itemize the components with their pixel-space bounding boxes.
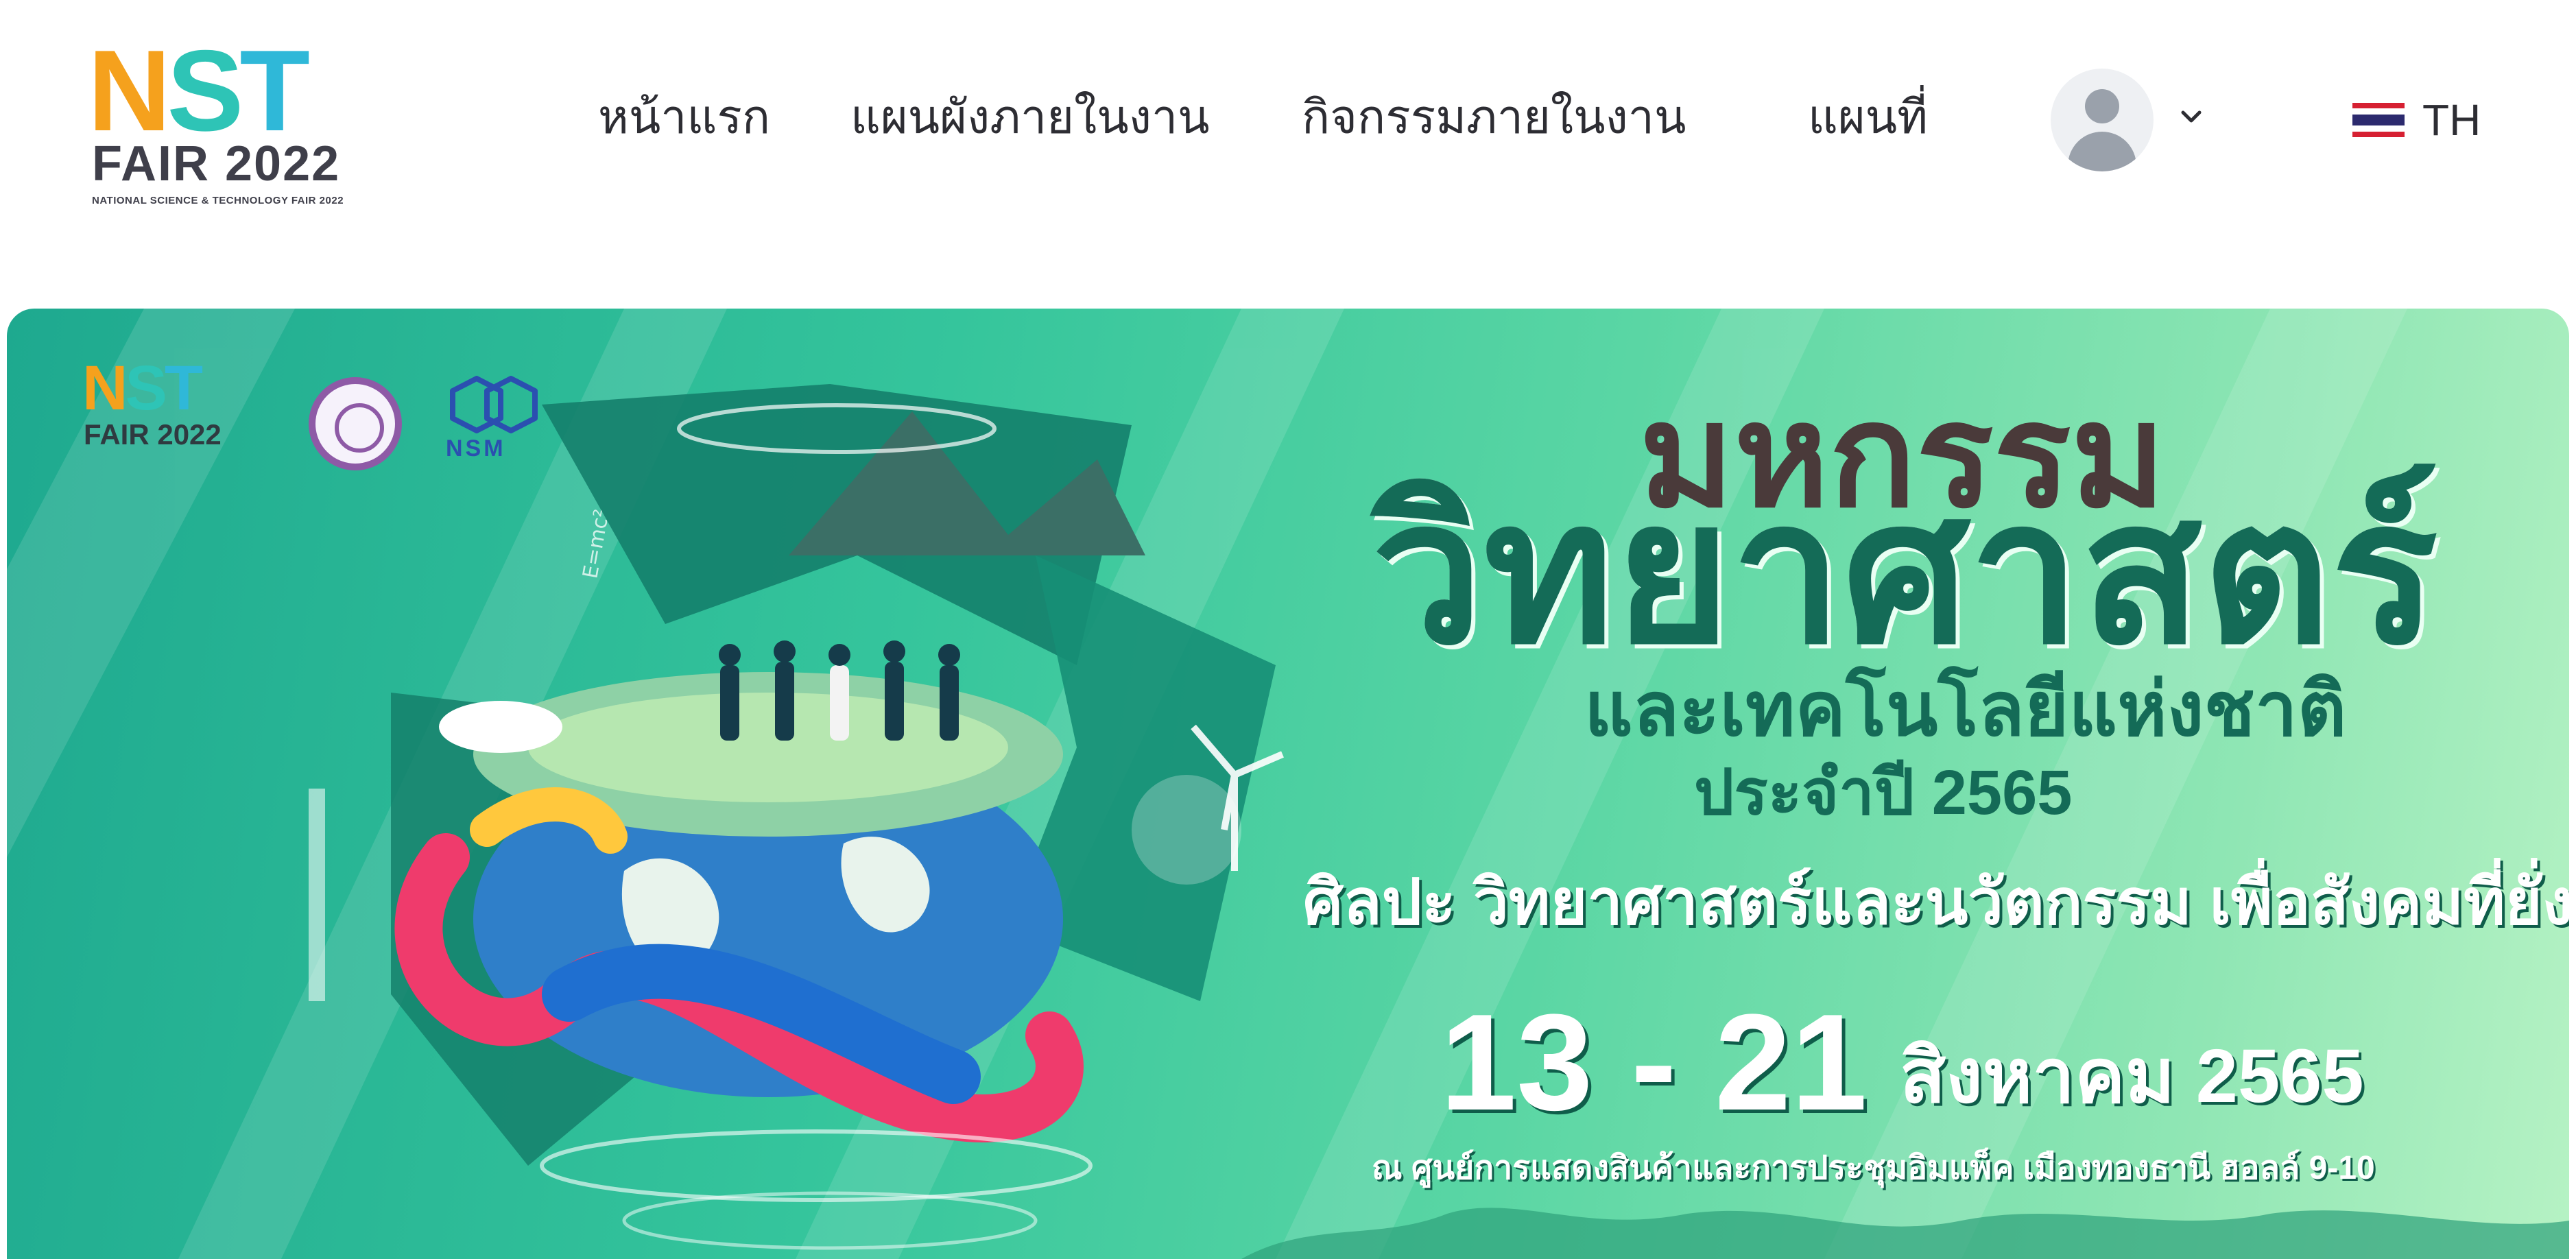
user-avatar-icon[interactable] <box>2051 69 2154 171</box>
site-header: NST FAIR 2022 NATIONAL SCIENCE & TECHNOL… <box>0 0 2576 302</box>
banner-venue: ณ ศูนย์การแสดงสินค้าและการประชุมอิมแพ็ค … <box>1372 1150 2375 1186</box>
logo-tagline: NATIONAL SCIENCE & TECHNOLOGY FAIR 2022 <box>92 195 344 206</box>
nav-floor-plan[interactable]: แผนผังภายในงาน <box>850 80 1210 154</box>
nav-map[interactable]: แผนที่ <box>1808 80 1928 154</box>
nav-activities[interactable]: กิจกรรมภายในงาน <box>1302 80 1686 154</box>
banner-date-range: 13 - 21 <box>1440 986 1868 1139</box>
language-label: TH <box>2422 95 2481 145</box>
chevron-down-icon[interactable] <box>2178 103 2205 130</box>
thailand-flag-icon <box>2352 103 2405 137</box>
site-logo[interactable]: NST FAIR 2022 NATIONAL SCIENCE & TECHNOL… <box>88 33 376 211</box>
ministry-seal-icon <box>309 377 402 470</box>
main-nav-item-wrap: แผนผังภายในงาน <box>850 82 1210 151</box>
logo-nst-mark: NST <box>88 26 310 155</box>
language-switcher[interactable]: TH <box>2352 95 2481 145</box>
logo-fair-text: FAIR 2022 <box>92 136 341 191</box>
hero-banner[interactable]: E=mc² NST FAIR 2022 NSM มหกรรม วิทยาศาสต… <box>7 309 2569 1259</box>
banner-title-line2: วิทยาศาสตร์ <box>1372 461 2438 684</box>
banner-date-month: สิงหาคม 2565 <box>1900 1034 2364 1118</box>
banner-fair-text: FAIR 2022 <box>84 418 222 451</box>
banner-slogan: ศิลปะ วิทยาศาสตร์และนวัตกรรม เพื่อสังคมท… <box>1303 867 2569 937</box>
main-nav: หน้าแรก <box>598 82 770 151</box>
main-nav-item-wrap: แผนที่ <box>1808 82 1928 151</box>
nsm-logo-text: NSM <box>446 435 506 461</box>
banner-nst-logo: NST <box>82 353 203 423</box>
main-nav-item-wrap: กิจกรรมภายในงาน <box>1302 82 1686 151</box>
banner-title-line3: และเทคโนโลยีแห่งชาติ <box>1584 667 2347 752</box>
nav-home[interactable]: หน้าแรก <box>598 80 770 154</box>
banner-title-line4: ประจำปี 2565 <box>1694 758 2073 828</box>
